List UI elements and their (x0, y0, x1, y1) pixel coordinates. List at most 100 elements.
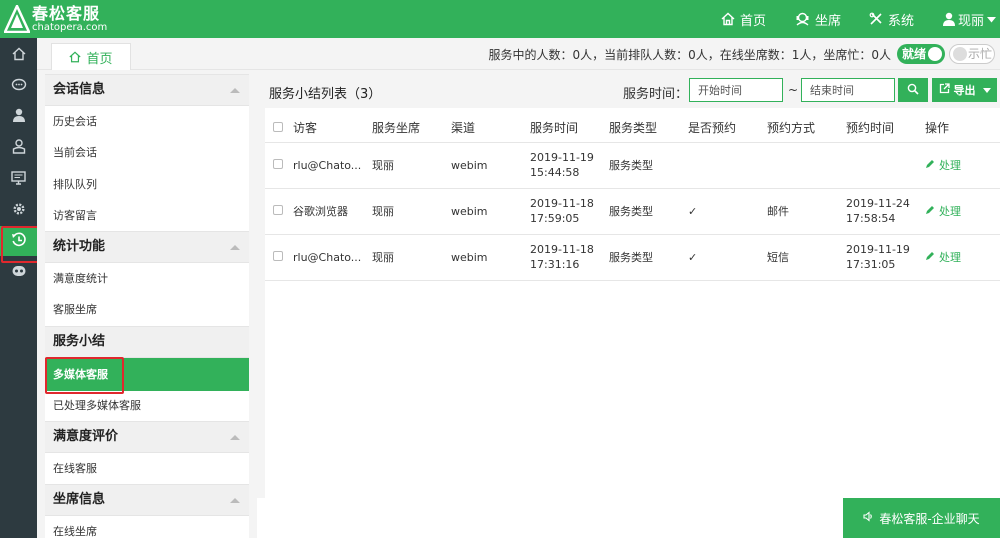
menu-item-online-service[interactable]: 在线客服 (45, 453, 249, 484)
menu-item-online-agents[interactable]: 在线坐席 (45, 516, 249, 538)
chat-bubbles-icon (11, 78, 27, 95)
nav-system-label: 系统 (888, 13, 915, 29)
service-date: 2019-11-18 (530, 197, 594, 210)
menu-item-satisfaction-stats[interactable]: 满意度统计 (45, 263, 249, 294)
toggle-knob (953, 47, 967, 61)
nav-home[interactable]: 首页 (721, 0, 766, 38)
booking-date: 2019-11-19 (846, 243, 910, 256)
service-time-label: 服务时间： (623, 87, 689, 102)
row-checkbox[interactable] (273, 250, 283, 261)
list-header: 服务小结列表（3） 服务时间： ~ 导出 (265, 74, 1000, 108)
search-button[interactable] (898, 78, 928, 102)
column-header: 服务时间 (530, 114, 609, 143)
section-satisfaction[interactable]: 满意度评价 (45, 421, 249, 453)
menu-item-history[interactable]: 历史会话 (45, 106, 249, 137)
enterprise-chat-button[interactable]: 春松客服-企业聊天 (843, 498, 1000, 538)
export-button[interactable]: 导出 (932, 78, 997, 102)
home-icon (69, 51, 82, 63)
process-label: 处理 (939, 204, 961, 218)
action-cell: 处理 (925, 234, 1000, 281)
process-button[interactable]: 处理 (925, 250, 961, 265)
menu-item-messages[interactable]: 访客留言 (45, 200, 249, 231)
channel-cell: webim (451, 234, 530, 281)
tab-home[interactable]: 首页 (51, 43, 131, 70)
section-statistics[interactable]: 统计功能 (45, 231, 249, 263)
busy-toggle-label: 示忙 (968, 47, 993, 61)
section-service-summary[interactable]: 服务小结 (45, 326, 249, 358)
icon-nav-agents[interactable] (0, 133, 37, 163)
section-session-info[interactable]: 会话信息 (45, 74, 249, 106)
process-label: 处理 (939, 158, 961, 172)
action-cell: 处理 (925, 142, 1000, 189)
page-title: 服务小结列表（3） (269, 87, 382, 102)
icon-nav-monitor[interactable] (0, 164, 37, 194)
booking-date: 2019-11-24 (846, 197, 910, 210)
service-type-cell: 服务类型 (609, 188, 688, 235)
process-button[interactable]: 处理 (925, 158, 961, 173)
section-title: 坐席信息 (53, 492, 106, 507)
menu-item-processed-multimedia[interactable]: 已处理多媒体客服 (45, 390, 249, 421)
menu-item-queue[interactable]: 排队队列 (45, 169, 249, 200)
start-time-input[interactable] (689, 78, 783, 102)
ready-toggle[interactable]: 就绪 (897, 44, 945, 64)
section-agent-info[interactable]: 坐席信息 (45, 484, 249, 516)
table-row: rlu@Chato... 现丽 webim 2019-11-18 17:31:16… (265, 234, 1000, 281)
highlight-box-multimedia (45, 357, 124, 394)
process-button[interactable]: 处理 (925, 204, 961, 219)
service-time-cell: 2019-11-18 17:59:05 (530, 188, 609, 235)
booking-method-cell (767, 142, 846, 189)
select-all-checkbox[interactable] (273, 121, 283, 132)
menu-item-agent-stats[interactable]: 客服坐席 (45, 294, 249, 325)
section-title: 服务小结 (53, 334, 106, 349)
icon-nav-settings[interactable] (0, 195, 37, 225)
top-bar: 春松客服 chatopera.com 首页 坐席 系统 现丽 (0, 0, 1000, 38)
agent-cell: 现丽 (372, 142, 451, 189)
person-icon (12, 108, 26, 125)
service-date: 2019-11-18 (530, 243, 594, 256)
user-icon (942, 12, 956, 26)
column-header: 服务类型 (609, 114, 688, 143)
menu-item-current[interactable]: 当前会话 (45, 137, 249, 168)
user-name: 现丽 (958, 13, 985, 29)
end-time-input[interactable] (801, 78, 895, 102)
booked-check-icon: ✓ (688, 234, 767, 281)
booked-cell (688, 142, 767, 189)
agent-cell: 现丽 (372, 234, 451, 281)
visitor-link[interactable]: rlu@Chato... (293, 142, 372, 189)
nav-seat[interactable]: 坐席 (795, 0, 841, 38)
collapse-caret-icon (230, 435, 240, 440)
enterprise-chat-label: 春松客服-企业聊天 (879, 511, 980, 526)
service-time-cell: 2019-11-18 17:31:16 (530, 234, 609, 281)
section-title: 满意度评价 (53, 429, 119, 444)
busy-toggle[interactable]: 示忙 (949, 44, 995, 64)
service-type-cell: 服务类型 (609, 234, 688, 281)
visitor-link[interactable]: rlu@Chato... (293, 234, 372, 281)
service-clock: 17:59:05 (530, 212, 580, 225)
icon-nav-contacts[interactable] (0, 101, 37, 131)
ready-toggle-label: 就绪 (902, 47, 927, 61)
logo-mark-icon (3, 3, 31, 34)
table-row: 谷歌浏览器 现丽 webim 2019-11-18 17:59:05 服务类型 ✓… (265, 188, 1000, 235)
logo[interactable]: 春松客服 chatopera.com (3, 3, 107, 34)
process-label: 处理 (939, 250, 961, 264)
booking-method-cell: 邮件 (767, 188, 846, 235)
row-checkbox[interactable] (273, 158, 283, 169)
user-menu[interactable]: 现丽 (942, 0, 997, 38)
service-date: 2019-11-19 (530, 151, 594, 164)
row-checkbox[interactable] (273, 204, 283, 215)
search-icon (907, 83, 919, 98)
chevron-down-icon (982, 87, 991, 93)
icon-nav-conversation[interactable] (0, 71, 37, 101)
column-header: 是否预约 (688, 114, 767, 143)
collapse-caret-icon (230, 88, 240, 93)
home-icon (721, 12, 735, 26)
nav-seat-label: 坐席 (815, 13, 842, 29)
booking-clock: 17:31:05 (846, 258, 896, 271)
tab-home-label: 首页 (86, 51, 113, 67)
icon-nav-home[interactable] (0, 40, 37, 70)
service-time-cell: 2019-11-19 15:44:58 (530, 142, 609, 189)
pencil-icon (925, 204, 935, 219)
visitor-link[interactable]: 谷歌浏览器 (293, 188, 372, 235)
nav-system[interactable]: 系统 (869, 0, 914, 38)
highlight-box-summary-icon (1, 226, 39, 263)
